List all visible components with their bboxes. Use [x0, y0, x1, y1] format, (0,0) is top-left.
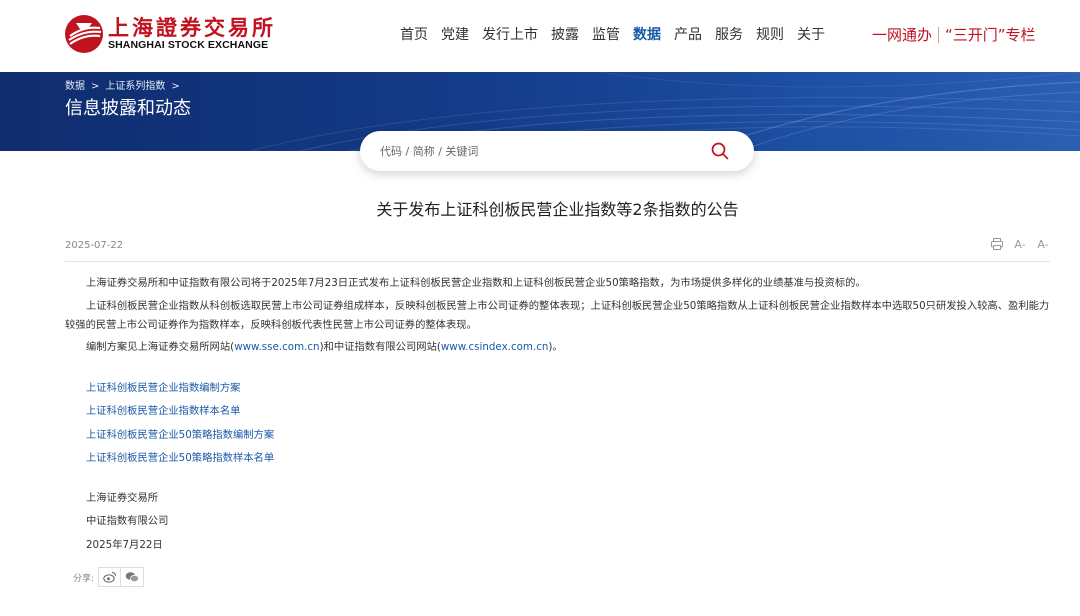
wechat-icon [125, 572, 139, 583]
font-increase-button[interactable]: A- [1035, 236, 1051, 252]
csindex-website-link[interactable]: www.csindex.com.cn [441, 341, 549, 353]
nav-item-services[interactable]: 服务 [715, 25, 743, 45]
font-decrease-button[interactable]: A- [1012, 236, 1028, 252]
para3-text-b: )和中证指数有限公司网站( [319, 341, 441, 353]
print-button[interactable] [989, 236, 1005, 252]
article-title: 关于发布上证科创板民营企业指数等2条指数的公告 [376, 200, 739, 219]
attachment-list: 上证科创板民营企业指数编制方案 上证科创板民营企业指数样本名单 上证科创板民营企… [86, 377, 274, 471]
share-weibo-button[interactable] [98, 567, 122, 587]
title-divider [65, 261, 1050, 262]
sse-emblem-icon [65, 15, 103, 53]
breadcrumb-sse-index[interactable]: 上证系列指数 [105, 80, 165, 94]
search-box [360, 131, 754, 171]
para3-text-c: )。 [548, 341, 563, 353]
logo-english-name: SHANGHAI STOCK EXCHANGE [108, 39, 269, 51]
search-input[interactable] [380, 131, 700, 171]
weibo-icon [102, 572, 116, 583]
nav-item-products[interactable]: 产品 [674, 25, 702, 45]
para3-text-a: 编制方案见上海证券交易所网站( [86, 341, 235, 353]
attachment-link[interactable]: 上证科创板民营企业指数样本名单 [86, 400, 274, 423]
article-tools: A- A- [982, 236, 1051, 252]
attachment-link[interactable]: 上证科创板民营企业50策略指数样本名单 [86, 447, 274, 470]
attachment-link[interactable]: 上证科创板民营企业指数编制方案 [86, 377, 274, 400]
nav-item-home[interactable]: 首页 [400, 25, 428, 45]
nav-item-party[interactable]: 党建 [441, 25, 469, 45]
article-paragraph-3: 编制方案见上海证券交易所网站(www.sse.com.cn)和中证指数有限公司网… [65, 338, 1050, 357]
breadcrumb-data[interactable]: 数据 [65, 80, 85, 94]
nav-item-disclosure[interactable]: 披露 [551, 25, 579, 45]
signature-org-csindex: 中证指数有限公司 [86, 515, 169, 528]
sse-logo[interactable]: 上海證券交易所 SHANGHAI STOCK EXCHANGE [64, 14, 276, 54]
signature-date: 2025年7月22日 [86, 538, 163, 551]
share-wechat-button[interactable] [121, 567, 145, 587]
breadcrumb: 数据 > 上证系列指数 > [65, 80, 186, 94]
article-signature: 上海证券交易所 中证指数有限公司 2025年7月22日 [86, 487, 168, 557]
share-bar: 分享: [73, 567, 145, 587]
sse-website-link[interactable]: www.sse.com.cn [234, 341, 319, 353]
logo-chinese-name: 上海證券交易所 [108, 15, 276, 40]
nav-item-listing[interactable]: 发行上市 [482, 25, 538, 45]
nav-item-about[interactable]: 关于 [797, 25, 825, 45]
page-title: 信息披露和动态 [65, 98, 191, 119]
nav-item-data[interactable]: 数据 [633, 25, 661, 45]
header-divider [938, 27, 940, 43]
breadcrumb-separator: > [91, 81, 100, 92]
search-icon[interactable] [710, 141, 730, 161]
article-body: 上海证券交易所和中证指数有限公司将于2025年7月23日正式发布上证科创板民营企… [65, 274, 1050, 361]
nav-item-regulation[interactable]: 监管 [592, 25, 620, 45]
share-label: 分享: [73, 573, 95, 584]
three-open-doors-link[interactable]: “三开门”专栏 [945, 25, 1036, 45]
print-icon [991, 238, 1003, 250]
site-header: 上海證券交易所 SHANGHAI STOCK EXCHANGE 首页 党建 发行… [0, 0, 1080, 72]
nav-item-rules[interactable]: 规则 [756, 25, 784, 45]
main-nav: 首页 党建 发行上市 披露 监管 数据 产品 服务 规则 关于 [400, 25, 838, 45]
article-date: 2025-07-22 [65, 240, 124, 251]
article-paragraph-1: 上海证券交易所和中证指数有限公司将于2025年7月23日正式发布上证科创板民营企… [86, 277, 866, 289]
breadcrumb-separator: > [171, 81, 180, 92]
header-quick-links: 一网通办 “三开门”专栏 [872, 25, 1036, 45]
article-paragraph-2: 上证科创板民营企业指数从科创板选取民营上市公司证券组成样本，反映科创板民营上市公… [65, 299, 1050, 331]
one-stop-service-link[interactable]: 一网通办 [872, 25, 932, 45]
signature-org-sse: 上海证券交易所 [86, 492, 159, 504]
attachment-link[interactable]: 上证科创板民营企业50策略指数编制方案 [86, 424, 274, 447]
